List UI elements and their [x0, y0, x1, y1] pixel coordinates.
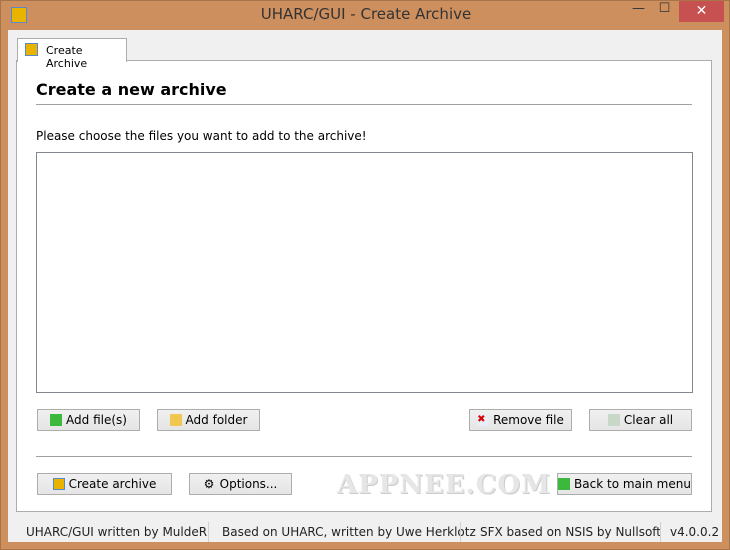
watermark: APPNEE.COM	[337, 470, 551, 500]
file-list[interactable]	[36, 152, 693, 393]
remove-file-label: Remove file	[493, 413, 564, 427]
clear-all-button[interactable]: Clear all	[589, 409, 692, 431]
create-archive-label: Create archive	[68, 477, 157, 491]
divider	[36, 104, 692, 105]
close-button[interactable]: ✕	[679, 1, 724, 22]
tab-create-archive[interactable]: Create Archive	[17, 38, 127, 70]
options-button[interactable]: ⚙ Options...	[189, 473, 292, 495]
minimize-button[interactable]: —	[626, 1, 651, 21]
status-version: v4.0.0.2	[670, 525, 720, 539]
clear-all-label: Clear all	[623, 413, 674, 427]
gears-icon: ⚙	[203, 477, 215, 491]
archive-icon	[52, 478, 65, 490]
options-label: Options...	[219, 477, 278, 491]
remove-file-button[interactable]: ✖ Remove file	[469, 409, 572, 431]
recycle-bin-icon	[607, 414, 620, 426]
status-uharc: Based on UHARC, written by Uwe Herklotz	[222, 525, 476, 539]
window-title: UHARC/GUI - Create Archive	[260, 5, 472, 23]
status-author: UHARC/GUI written by MuldeR	[26, 525, 208, 539]
remove-file-icon: ✖	[477, 414, 490, 426]
divider	[36, 456, 692, 457]
back-to-main-menu-button[interactable]: Back to main menu	[557, 473, 692, 495]
page-title: Create a new archive	[36, 80, 227, 99]
add-folder-label: Add folder	[185, 413, 248, 427]
status-separator	[660, 522, 661, 542]
add-files-label: Add file(s)	[66, 413, 127, 427]
plus-icon	[50, 414, 63, 426]
back-label: Back to main menu	[574, 477, 691, 491]
folder-icon	[169, 414, 182, 426]
status-sfx: SFX based on NSIS by Nullsoft	[480, 525, 662, 539]
instruction-label: Please choose the files you want to add …	[36, 129, 367, 143]
maximize-button[interactable]: ☐	[652, 1, 677, 21]
status-separator	[460, 522, 461, 542]
back-arrow-icon	[558, 478, 571, 490]
archive-icon	[25, 43, 38, 56]
create-archive-button[interactable]: Create archive	[37, 473, 172, 495]
add-files-button[interactable]: Add file(s)	[37, 409, 140, 431]
add-folder-button[interactable]: Add folder	[157, 409, 260, 431]
status-separator	[208, 522, 209, 542]
tab-label: Create Archive	[46, 44, 88, 70]
